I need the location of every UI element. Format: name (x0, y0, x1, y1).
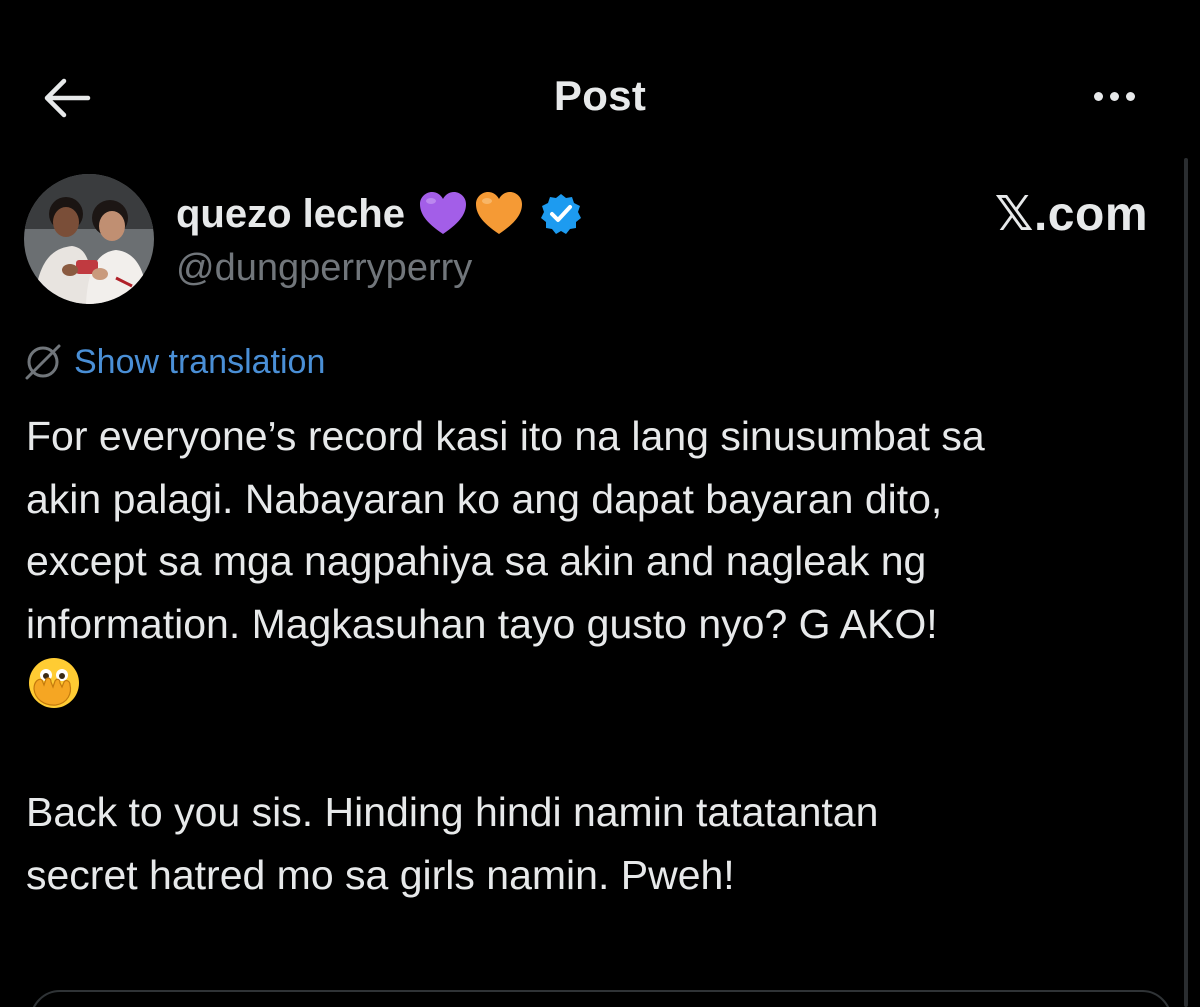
show-translation-label[interactable]: Show translation (74, 343, 325, 382)
post-line: except sa mga nagpahiya sa akin and nagl… (26, 538, 927, 584)
post-line: For everyone’s record kasi ito na lang s… (26, 413, 985, 459)
avatar[interactable] (24, 174, 154, 304)
post-line: akin palagi. Nabayaran ko ang dapat baya… (26, 475, 943, 522)
avatar-photo (24, 174, 154, 304)
globe-slash-icon (25, 344, 61, 380)
top-navigation-bar: Post (0, 0, 1200, 190)
bottom-card-edge (30, 990, 1172, 1007)
page-title: Post (553, 72, 647, 119)
purple-heart-icon (419, 192, 466, 234)
more-horizontal-icon (1090, 88, 1138, 106)
user-handle[interactable]: @dungperryperry (176, 247, 472, 290)
verified-badge-icon (540, 194, 581, 234)
scrollbar[interactable] (1184, 158, 1188, 1007)
display-name-row[interactable]: quezo leche (176, 186, 583, 242)
more-options-button[interactable] (1078, 74, 1150, 120)
post-screen: Post quezo leche @dungperryperry 𝕏.com S… (0, 0, 1200, 1007)
post-line: Back to you sis. Hinding hindi namin tat… (26, 789, 879, 835)
post-line: information. Magkasuhan tayo gusto nyo? … (26, 600, 938, 647)
post-line: secret hatred mo sa girls namin. Pweh! (26, 851, 735, 898)
post-text: For everyone’s record kasi ito na lang s… (26, 405, 1186, 906)
orange-heart-icon (475, 192, 522, 234)
x-com-watermark: 𝕏.com (994, 188, 1148, 241)
face-with-open-eyes-and-hand-over-mouth-icon (29, 658, 79, 708)
show-translation-link[interactable]: Show translation (22, 340, 325, 384)
display-name[interactable]: quezo leche (176, 192, 405, 237)
